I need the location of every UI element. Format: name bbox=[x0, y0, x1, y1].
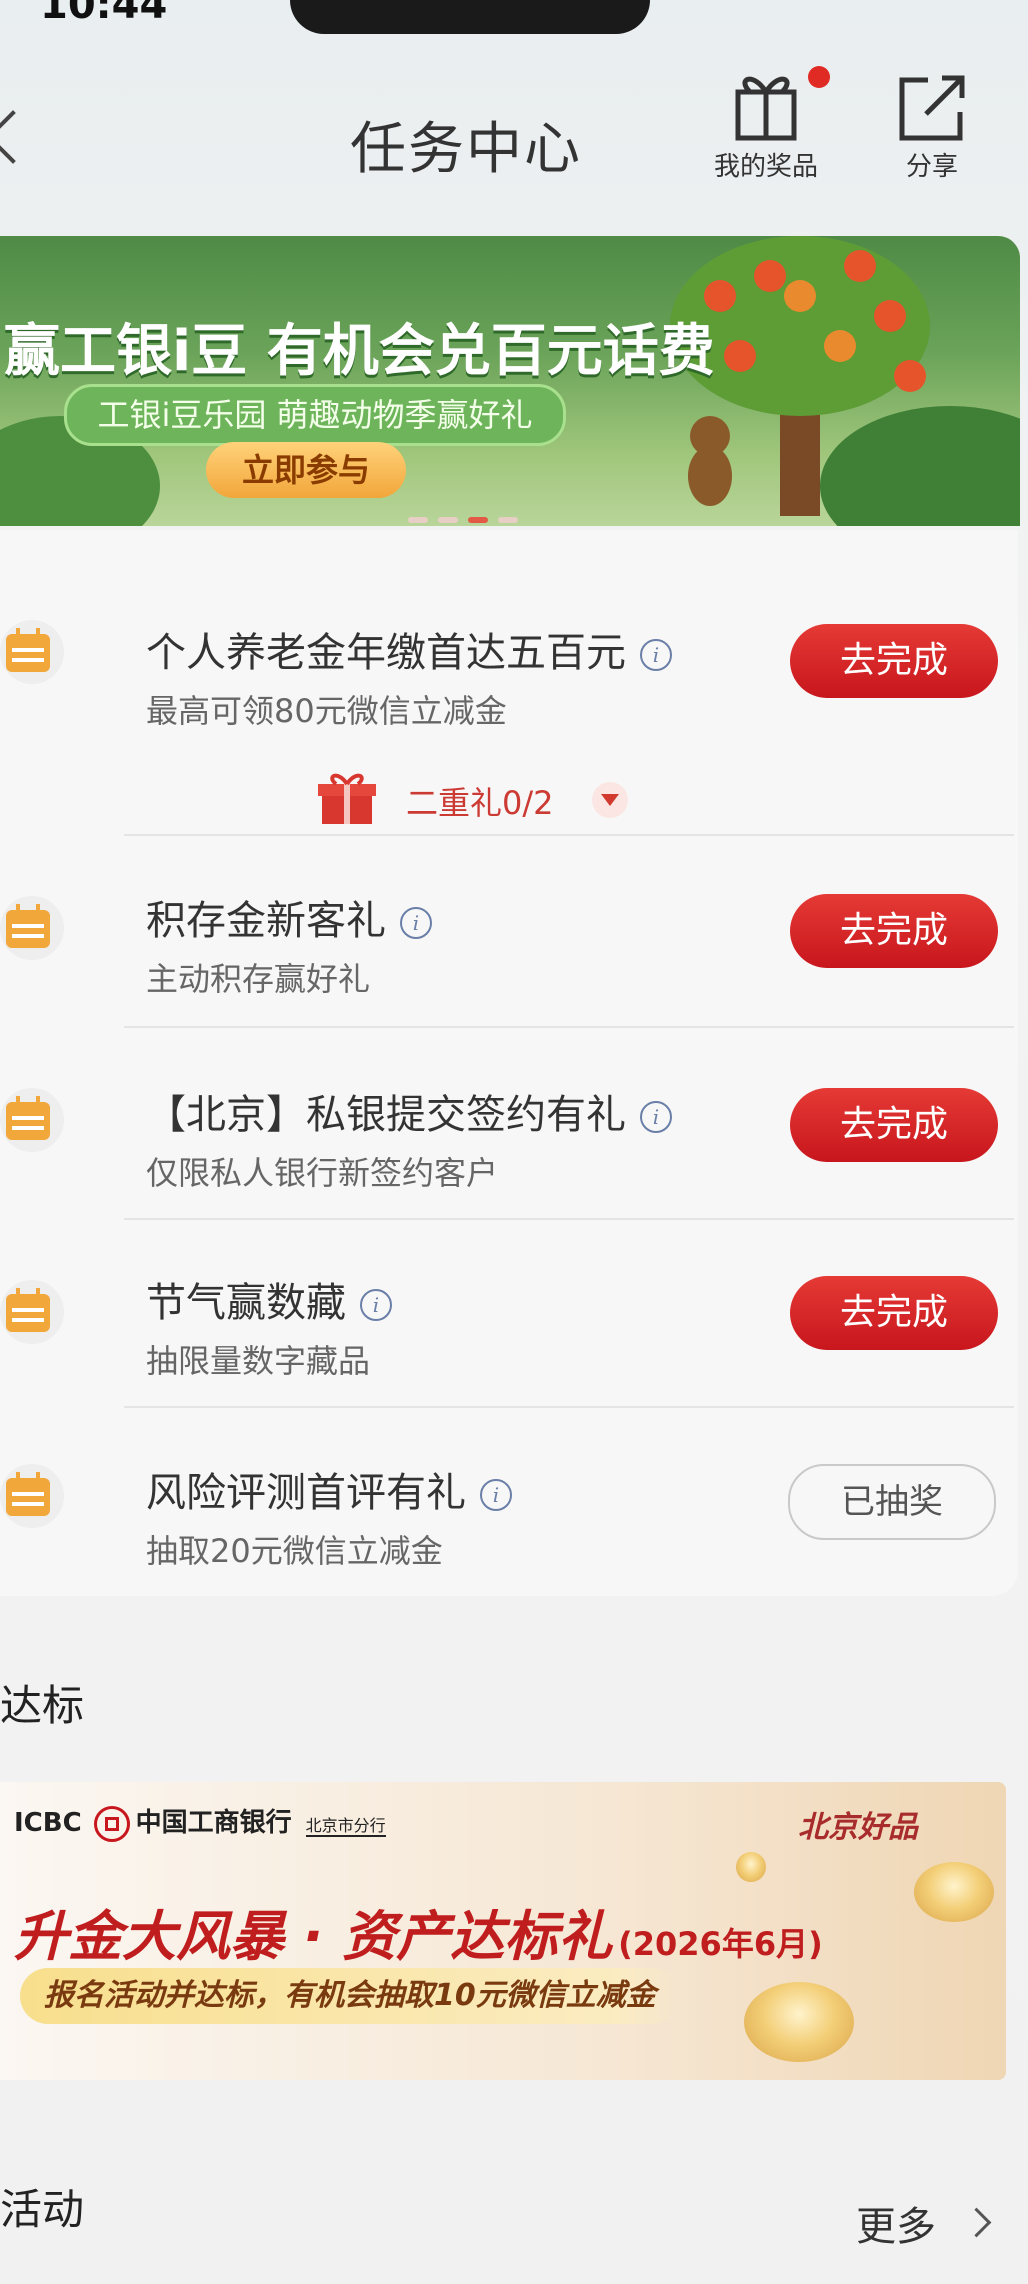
more-link[interactable]: 更多 bbox=[856, 2194, 936, 2252]
gift-icon bbox=[318, 773, 376, 824]
task-description: 主动积存赢好礼 bbox=[146, 960, 371, 998]
chevron-right-icon[interactable] bbox=[961, 2207, 992, 2238]
calendar-icon bbox=[0, 896, 64, 960]
calendar-icon bbox=[0, 620, 64, 684]
calendar-icon bbox=[0, 1464, 64, 1528]
task-description: 仅限私人银行新签约客户 bbox=[146, 1154, 499, 1192]
task-description: 最高可领80元微信立减金 bbox=[146, 692, 507, 730]
carousel-dot bbox=[498, 517, 518, 523]
carousel-dot bbox=[438, 517, 458, 523]
branch-name: 北京市分行 bbox=[305, 1816, 386, 1837]
task-row: 【北京】私银提交签约有礼 i 仅限私人银行新签约客户 去完成 bbox=[0, 1028, 1018, 1218]
task-description: 抽取20元微信立减金 bbox=[146, 1532, 443, 1570]
info-icon[interactable]: i bbox=[360, 1289, 392, 1321]
task-row: 风险评测首评有礼 i 抽取20元微信立减金 已抽奖 bbox=[0, 1408, 1018, 1596]
my-prizes-button[interactable]: 我的奖品 bbox=[706, 62, 830, 182]
bank-header: ICBC 中国工商银行 北京市分行 bbox=[14, 1802, 386, 1842]
task-row: 积存金新客礼 i 主动积存赢好礼 去完成 bbox=[0, 836, 1018, 1026]
promo-banner[interactable]: 赢工银i豆 有机会兑百元话费 工银i豆乐园 萌趣动物季赢好礼 立即参与 bbox=[0, 236, 1020, 526]
task-title: 【北京】私银提交签约有礼 i bbox=[146, 1082, 672, 1140]
task-list-card: 个人养老金年缴首达五百元 i 最高可领80元微信立减金 去完成 二重礼0/2 积存… bbox=[0, 530, 1018, 1596]
section-title-activity: 活动 bbox=[0, 2185, 85, 2234]
icbc-logo-icon bbox=[93, 1805, 130, 1842]
notification-dot bbox=[808, 66, 830, 88]
promo-subtitle: 报名活动并达标，有机会抽取10元微信立减金 bbox=[20, 1968, 680, 2024]
task-row: 个人养老金年缴首达五百元 i 最高可领80元微信立减金 去完成 二重礼0/2 bbox=[0, 570, 1018, 830]
info-icon[interactable]: i bbox=[640, 1101, 672, 1133]
brand-label: 北京好品 bbox=[798, 1810, 918, 1845]
promo-date: (2026年6月) bbox=[618, 1925, 823, 1963]
gift-progress-label: 二重礼0/2 bbox=[406, 784, 554, 822]
info-icon[interactable]: i bbox=[480, 1479, 512, 1511]
back-chevron-icon[interactable] bbox=[0, 110, 40, 164]
status-time: 10:44 bbox=[40, 0, 168, 28]
task-description: 抽限量数字藏品 bbox=[146, 1342, 371, 1380]
complete-task-button[interactable]: 去完成 bbox=[790, 1088, 998, 1162]
task-title: 积存金新客礼 i bbox=[146, 888, 432, 946]
task-row: 节气赢数藏 i 抽限量数字藏品 去完成 bbox=[0, 1220, 1018, 1408]
complete-task-button[interactable]: 去完成 bbox=[790, 894, 998, 968]
bank-name: 中国工商银行 bbox=[135, 1808, 292, 1838]
task-title: 个人养老金年缴首达五百元 i bbox=[146, 620, 672, 678]
info-icon[interactable]: i bbox=[640, 639, 672, 671]
banner-title: 赢工银i豆 有机会兑百元话费 bbox=[4, 319, 715, 384]
share-button[interactable]: 分享 bbox=[872, 62, 992, 182]
gold-ingot-icon bbox=[914, 1862, 994, 1922]
my-prizes-label: 我的奖品 bbox=[713, 152, 818, 182]
gold-coin-icon bbox=[736, 1852, 766, 1882]
task-title: 节气赢数藏 i bbox=[146, 1270, 392, 1328]
calendar-icon bbox=[0, 1280, 64, 1344]
section-title-standard: 达标 bbox=[0, 1681, 85, 1730]
complete-task-button[interactable]: 去完成 bbox=[790, 624, 998, 698]
banner-subtitle: 工银i豆乐园 萌趣动物季赢好礼 bbox=[64, 384, 566, 446]
calendar-icon bbox=[0, 1088, 64, 1152]
share-icon bbox=[899, 75, 965, 141]
page-title: 任务中心 bbox=[350, 117, 582, 182]
carousel-dot-active bbox=[468, 517, 488, 523]
complete-task-button[interactable]: 去完成 bbox=[790, 1276, 998, 1350]
info-icon[interactable]: i bbox=[400, 907, 432, 939]
camera-notch bbox=[290, 0, 650, 34]
task-title: 风险评测首评有礼 i bbox=[146, 1460, 512, 1518]
icbc-text: ICBC bbox=[14, 1808, 82, 1838]
second-gift-toggle[interactable]: 二重礼0/2 bbox=[318, 770, 638, 832]
chevron-down-icon bbox=[592, 782, 628, 818]
promo-title: 升金大风暴 · 资产达标礼 (2026年6月) bbox=[14, 1905, 823, 1968]
drawn-status-button[interactable]: 已抽奖 bbox=[788, 1464, 996, 1540]
gold-ingot-icon bbox=[744, 1982, 854, 2062]
join-now-button[interactable]: 立即参与 bbox=[206, 442, 406, 498]
share-label: 分享 bbox=[905, 152, 958, 182]
asset-promo-banner[interactable]: ICBC 中国工商银行 北京市分行 北京好品 升金大风暴 · 资产达标礼 (2026年… bbox=[0, 1782, 1006, 2080]
carousel-dot bbox=[408, 517, 428, 523]
carousel-indicator bbox=[408, 508, 528, 526]
